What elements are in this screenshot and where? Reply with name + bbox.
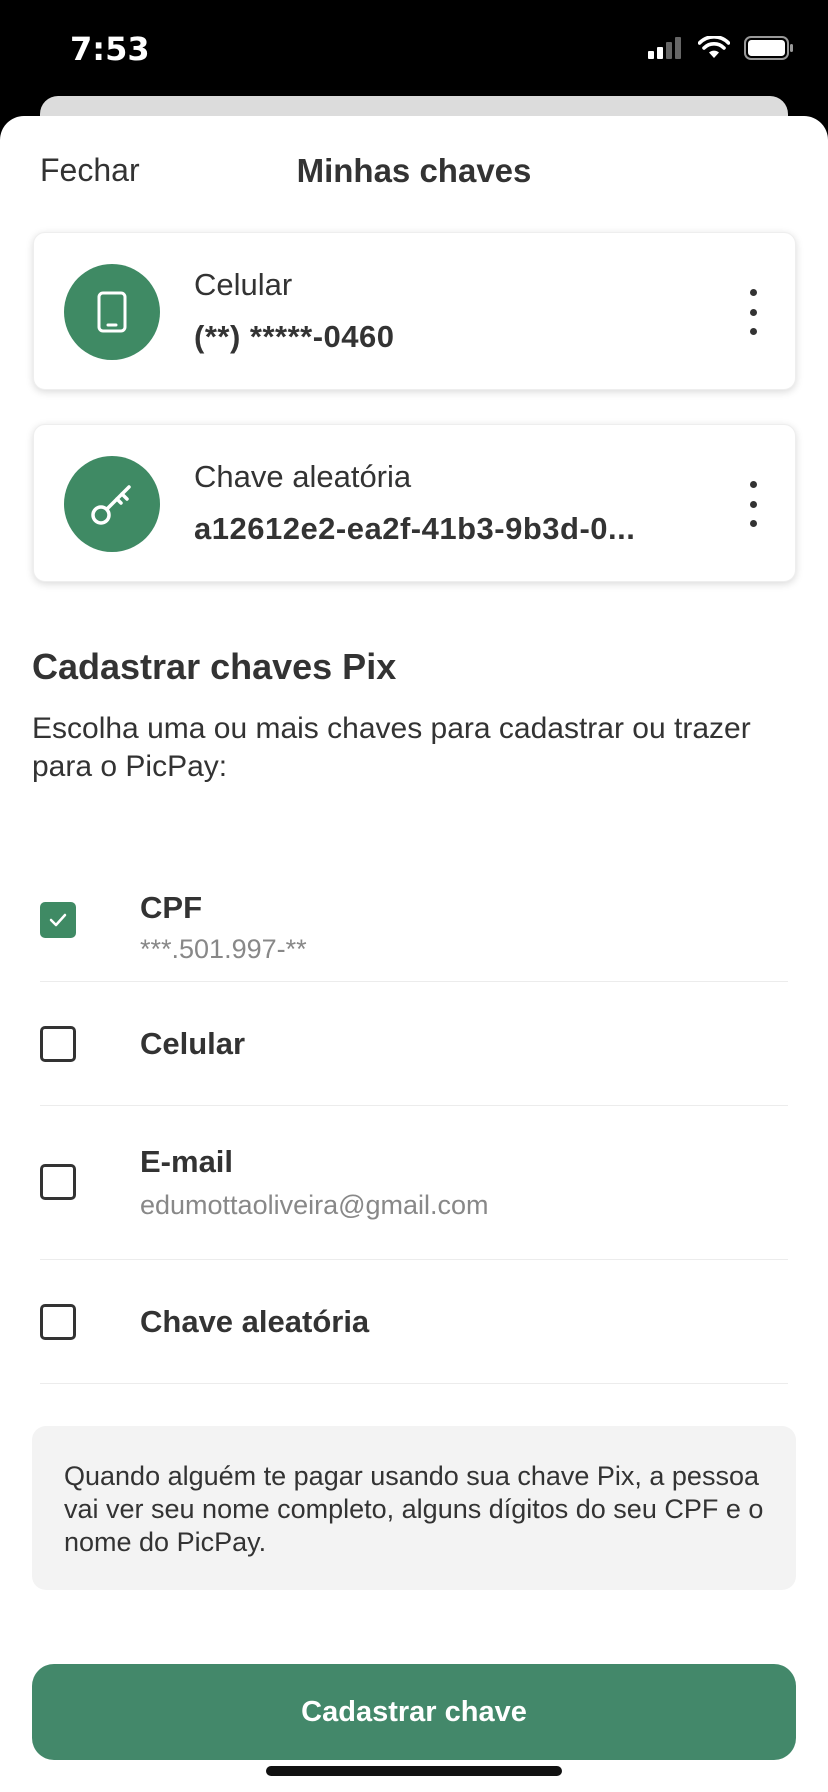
key-avatar [64,456,160,552]
key-card-celular[interactable]: Celular (**) *****-0460 [33,232,796,390]
battery-icon [744,36,793,60]
option-sub: edumottaoliveira@gmail.com [140,1190,489,1220]
page-title: Minhas chaves [296,152,532,189]
checkbox[interactable] [40,1304,76,1340]
option-label: E-mail [140,1144,234,1179]
key-value: a12612e2-ea2f-41b3-9b3d-0... [194,511,636,546]
status-time: 7:53 [70,30,150,68]
info-box: Quando alguém te pagar usando sua chave … [32,1426,796,1590]
checkbox[interactable] [40,1026,76,1062]
more-options-icon[interactable] [743,289,763,335]
sheet-header: Fechar Minhas chaves [0,116,828,226]
status-icons [648,36,794,60]
more-options-icon[interactable] [743,481,763,527]
key-avatar [64,264,160,360]
checkbox[interactable] [40,1164,76,1200]
cellular-signal-icon [648,37,681,59]
keys-sheet: Fechar Minhas chaves Celular (**) *****-… [0,116,828,1792]
home-indicator [266,1766,562,1776]
option-email[interactable]: E-mail edumottaoliveira@gmail.com [40,1106,788,1260]
key-icon [91,485,131,525]
status-bar: 7:53 [0,0,828,100]
key-type-label: Celular [194,267,293,302]
key-type-label: Chave aleatória [194,459,412,494]
option-sub: ***.501.997-** [140,934,307,964]
option-label: Celular [140,1026,246,1061]
check-icon [49,913,67,927]
checkbox-checked[interactable] [40,902,76,938]
key-value: (**) *****-0460 [194,319,395,354]
phone-icon [97,291,127,333]
section-title: Cadastrar chaves Pix [32,646,397,687]
wifi-icon [698,36,730,58]
option-chave-aleatoria[interactable]: Chave aleatória [40,1260,788,1384]
option-celular[interactable]: Celular [40,982,788,1106]
key-card-chave-aleatoria[interactable]: Chave aleatória a12612e2-ea2f-41b3-9b3d-… [33,424,796,582]
option-label: Chave aleatória [140,1304,370,1339]
register-key-button[interactable]: Cadastrar chave [32,1664,796,1760]
option-cpf[interactable]: CPF ***.501.997-** [40,868,788,982]
option-label: CPF [140,890,202,925]
section-description: Escolha uma ou mais chaves para cadastra… [32,712,751,783]
